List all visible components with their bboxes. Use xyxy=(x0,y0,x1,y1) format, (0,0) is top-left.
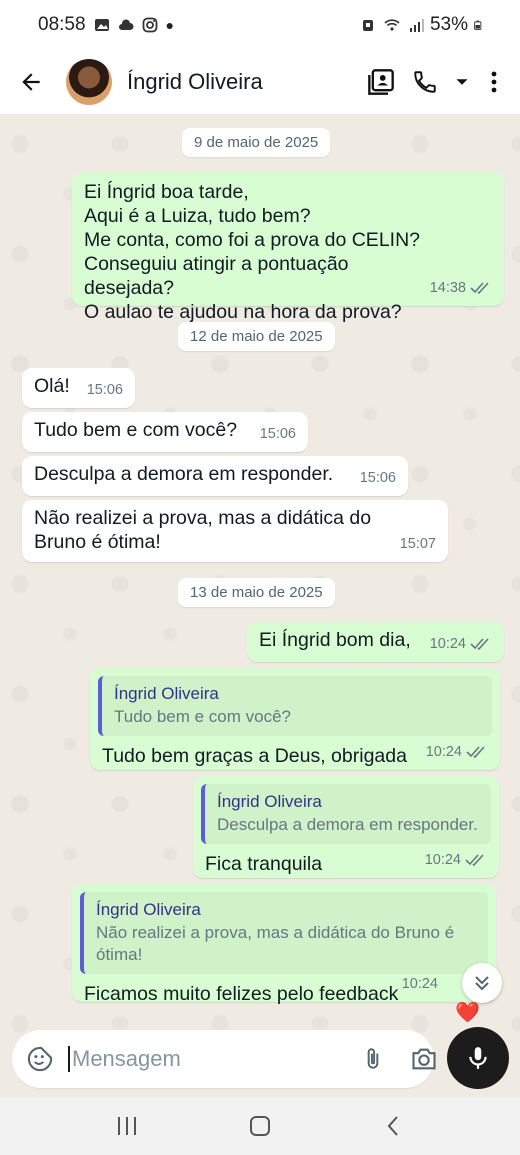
camera-button[interactable] xyxy=(410,1041,438,1077)
incoming-message[interactable]: Olá! 15:06 xyxy=(22,368,135,408)
status-time: 08:58 xyxy=(38,14,86,35)
emoji-button[interactable] xyxy=(26,1044,54,1074)
system-navigation-bar xyxy=(0,1097,520,1155)
message-meta: 15:06 xyxy=(260,422,296,446)
system-back-button[interactable] xyxy=(373,1106,413,1146)
message-meta: 10:24 xyxy=(430,632,492,656)
caret-down-icon xyxy=(456,79,468,85)
contact-avatar[interactable] xyxy=(66,59,112,105)
more-vertical-icon xyxy=(491,71,497,93)
message-time: 15:06 xyxy=(359,470,396,486)
signal-icon xyxy=(409,19,424,32)
battery-icon xyxy=(474,20,482,30)
status-bar: 08:58 ● 53% xyxy=(0,0,520,50)
message-time: 15:06 xyxy=(86,382,123,398)
quoted-message[interactable]: Íngrid Oliveira Não realizei a prova, ma… xyxy=(80,892,488,974)
message-time: 10:24 xyxy=(429,636,466,652)
incoming-message[interactable]: Desculpa a demora em responder. 15:06 xyxy=(22,456,408,496)
gallery-notification-icon xyxy=(94,19,109,31)
home-button[interactable] xyxy=(240,1106,280,1146)
sticker-emoji-icon xyxy=(27,1046,53,1072)
chevron-left-icon xyxy=(387,1116,399,1136)
recent-apps-icon xyxy=(117,1117,136,1135)
paperclip-icon xyxy=(367,1048,379,1069)
message-time: 15:06 xyxy=(259,426,296,442)
video-call-icon xyxy=(368,69,394,95)
voice-message-button[interactable] xyxy=(447,1027,509,1089)
message-text: Tudo bem e com você? xyxy=(34,419,238,441)
outgoing-reply-message[interactable]: Íngrid Oliveira Tudo bem e com você? Tud… xyxy=(90,668,500,770)
message-input-box xyxy=(12,1030,436,1088)
outgoing-message[interactable]: Ei Íngrid bom dia, 10:24 xyxy=(247,622,504,662)
message-input[interactable] xyxy=(68,1046,360,1072)
chat-header: Íngrid Oliveira xyxy=(0,50,520,114)
outgoing-message[interactable]: Ei Íngrid boa tarde, Aqui é a Luiza, tud… xyxy=(72,172,504,323)
message-text: Ei Íngrid boa tarde, Aqui é a Luiza, tud… xyxy=(84,181,421,323)
quoted-text: Tudo bem e com você? xyxy=(114,707,292,726)
double-chevron-down-icon xyxy=(475,976,489,991)
message-meta: 10:24 xyxy=(425,848,487,872)
message-time: 10:24 xyxy=(424,852,461,868)
message-time: 10:24 xyxy=(425,744,462,760)
message-text: Não realizei a prova, mas a didática do … xyxy=(34,507,372,553)
message-time: 15:07 xyxy=(399,536,436,552)
more-notifications-dot-icon: ● xyxy=(165,17,175,33)
wifi-icon xyxy=(384,19,400,31)
recent-apps-button[interactable] xyxy=(107,1106,147,1146)
alarm-icon xyxy=(362,20,373,31)
header-actions xyxy=(364,65,506,99)
back-button[interactable] xyxy=(14,65,48,99)
composer xyxy=(0,1027,520,1093)
quoted-author: Íngrid Oliveira xyxy=(114,684,219,703)
double-check-icon xyxy=(470,282,489,295)
double-check-icon xyxy=(465,854,484,867)
double-check-icon xyxy=(470,638,489,651)
outgoing-reply-message[interactable]: Íngrid Oliveira Não realizei a prova, ma… xyxy=(72,884,496,1005)
message-reaction[interactable]: ❤️ xyxy=(455,1003,480,1023)
microphone-icon xyxy=(469,1047,487,1069)
video-call-button[interactable] xyxy=(364,65,398,99)
date-separator: 9 de maio de 2025 xyxy=(182,128,331,157)
call-options-dropdown[interactable] xyxy=(452,65,472,99)
battery-level: 53% xyxy=(429,14,468,35)
status-right: 53% xyxy=(360,14,484,36)
message-meta: 10:24 xyxy=(402,972,438,996)
quoted-text: Desculpa a demora em responder. xyxy=(217,815,478,834)
contact-name[interactable]: Íngrid Oliveira xyxy=(127,69,364,95)
scroll-to-bottom-button[interactable] xyxy=(462,963,502,1003)
home-icon xyxy=(249,1116,270,1136)
quoted-author: Íngrid Oliveira xyxy=(96,900,201,919)
message-meta: 15:07 xyxy=(400,532,436,556)
double-check-icon xyxy=(466,746,485,759)
chat-area[interactable]: 9 de maio de 2025 Ei Íngrid boa tarde, A… xyxy=(0,114,520,1034)
camera-icon xyxy=(412,1048,436,1070)
phone-icon xyxy=(414,71,436,93)
message-meta: 15:06 xyxy=(360,466,396,490)
attach-button[interactable] xyxy=(360,1041,386,1077)
voice-call-button[interactable] xyxy=(408,65,442,99)
quoted-text: Não realizei a prova, mas a didática do … xyxy=(96,923,455,964)
message-meta: 14:38 xyxy=(430,276,492,300)
date-separator: 13 de maio de 2025 xyxy=(178,578,335,607)
message-time: 10:24 xyxy=(401,976,438,992)
quoted-message[interactable]: Íngrid Oliveira Desculpa a demora em res… xyxy=(201,784,491,844)
message-meta: 10:24 xyxy=(426,740,488,764)
status-left: 08:58 ● xyxy=(38,14,360,36)
incoming-message[interactable]: Não realizei a prova, mas a didática do … xyxy=(22,500,448,562)
message-meta: 15:06 xyxy=(87,378,123,402)
message-text: Desculpa a demora em responder. xyxy=(34,463,334,485)
more-options-button[interactable] xyxy=(482,65,506,99)
date-separator: 12 de maio de 2025 xyxy=(178,322,335,351)
cloud-notification-icon xyxy=(118,19,134,30)
instagram-notification-icon xyxy=(142,17,157,33)
quoted-message[interactable]: Íngrid Oliveira Tudo bem e com você? xyxy=(98,676,492,736)
quoted-author: Íngrid Oliveira xyxy=(217,792,322,811)
message-time: 14:38 xyxy=(429,280,466,296)
outgoing-reply-message[interactable]: Íngrid Oliveira Desculpa a demora em res… xyxy=(193,776,499,878)
incoming-message[interactable]: Tudo bem e com você? 15:06 xyxy=(22,412,308,452)
arrow-left-icon xyxy=(22,73,40,91)
